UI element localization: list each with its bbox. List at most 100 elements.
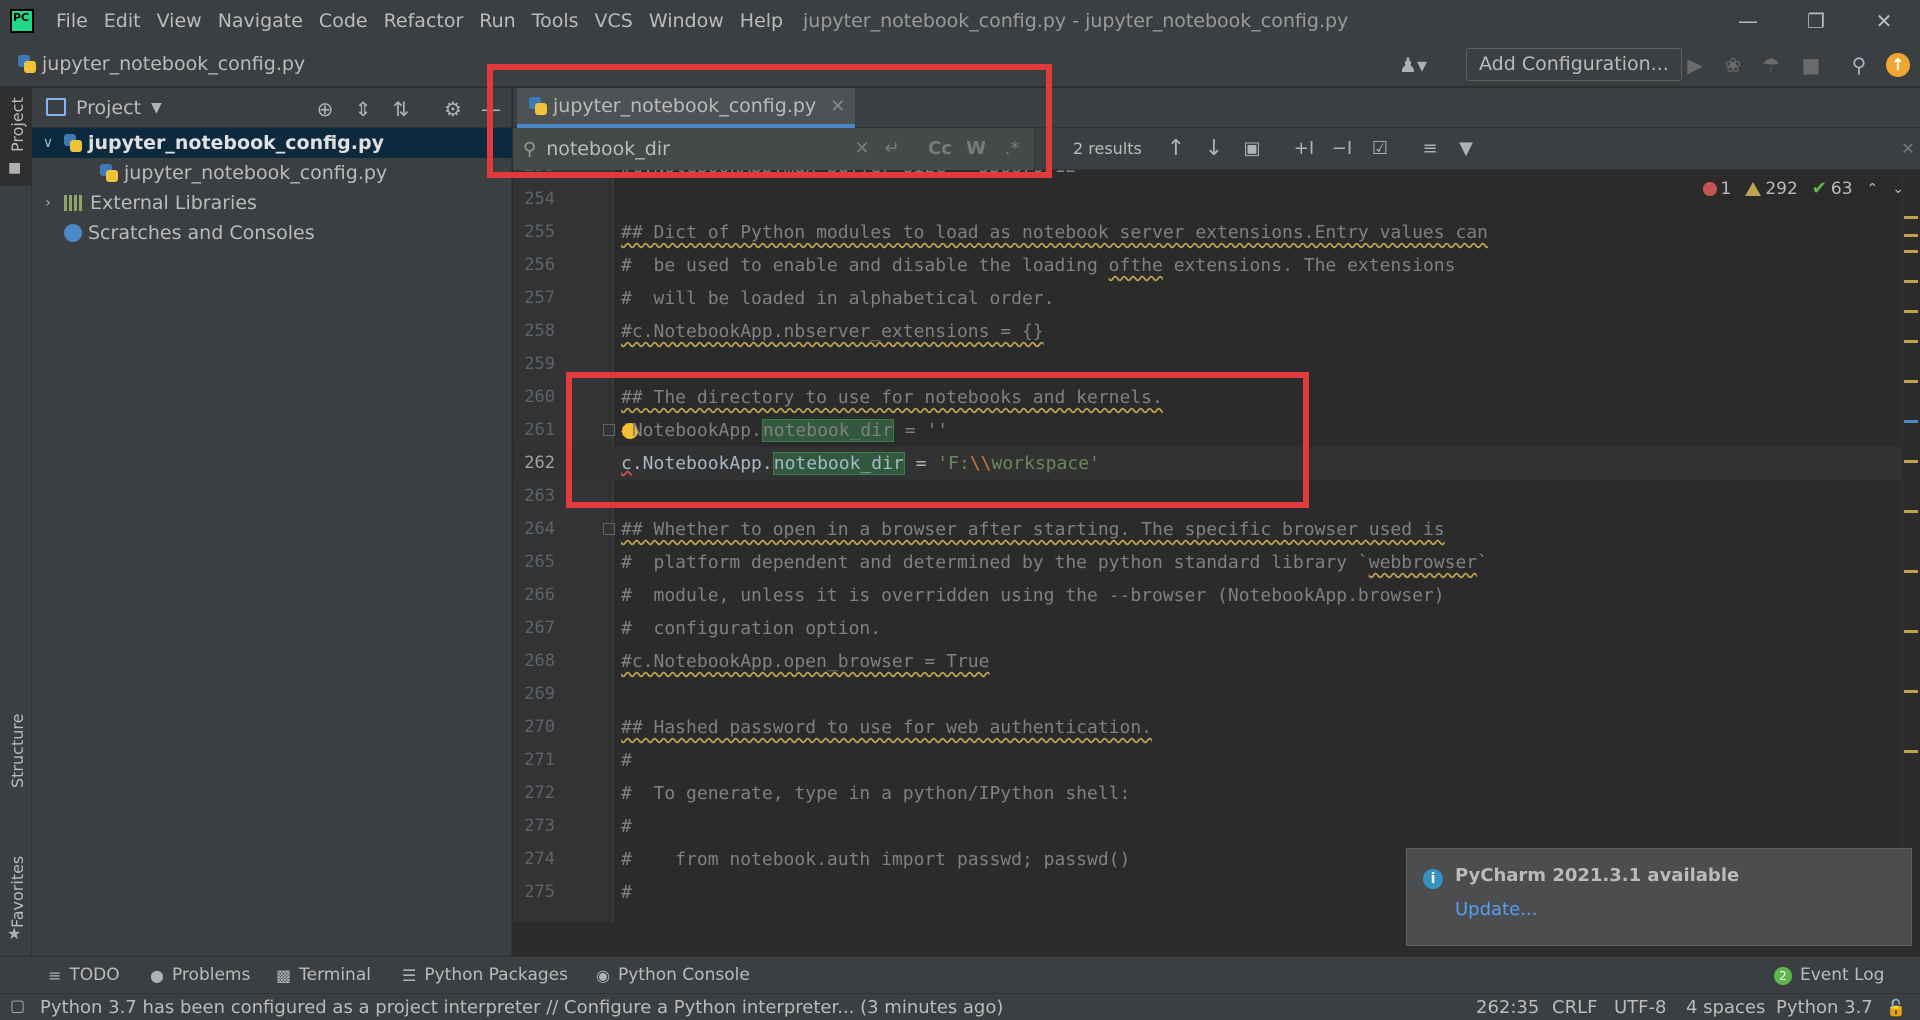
todo-tool-button[interactable]: ≡ TODO [48,957,120,994]
code-line[interactable]: 267 # configuration option. [513,612,1913,645]
tab-jupyter-config[interactable]: jupyter_notebook_config.py ✕ [517,88,856,128]
code-line[interactable]: 263 [513,480,1913,513]
search-input[interactable]: ⚲ notebook_dir ✕ ↵ Cc W .* [513,128,1035,170]
python-interpreter[interactable]: Python 3.7 [1776,994,1873,1020]
weak-warning-count[interactable]: ✔ 63 [1812,178,1853,199]
remove-occurrence-icon[interactable]: −I [1327,134,1357,164]
code-line[interactable]: 266 # module, unless it is overridden us… [513,579,1913,612]
regex-button[interactable]: .* [997,134,1027,164]
code-line[interactable]: 255 ## Dict of Python modules to load as… [513,216,1913,249]
menu-navigate[interactable]: Navigate [210,0,311,42]
menu-window[interactable]: Window [641,0,732,42]
search-icon[interactable]: ⚲ [523,139,536,160]
breadcrumb-file[interactable]: jupyter_notebook_config.py [42,53,305,75]
next-occurrence-icon[interactable]: ↓ [1199,134,1229,164]
tree-item-scratches[interactable]: Scratches and Consoles [32,218,512,248]
ide-update-icon[interactable]: ↑ [1886,53,1910,77]
add-configuration-button[interactable]: Add Configuration... [1466,48,1682,81]
hide-icon[interactable]: — [476,94,506,124]
select-all-occurrences-icon[interactable]: ☑ [1365,134,1395,164]
python-packages-tool-button[interactable]: ☰ Python Packages [402,957,568,994]
fold-marker-icon[interactable] [603,424,615,436]
tree-item-root[interactable]: ∨ jupyter_notebook_config.py [32,128,512,158]
status-message[interactable]: Python 3.7 has been configured as a proj… [40,994,1003,1020]
search-options-icon[interactable]: ≡ [1415,134,1445,164]
tree-item-external-libraries[interactable]: › External Libraries [32,188,512,218]
code-line[interactable]: 258 #c.NotebookApp.nbserver_extensions =… [513,315,1913,348]
menu-edit[interactable]: Edit [96,0,149,42]
code-line-current[interactable]: 262 c.NotebookApp.notebook_dir = 'F:\\wo… [513,447,1913,480]
menu-code[interactable]: Code [311,0,376,42]
menu-vcs[interactable]: VCS [587,0,641,42]
close-find-icon[interactable]: ✕ [1893,134,1920,164]
toggle-tool-windows-icon[interactable]: ▢ [10,996,25,1015]
code-line[interactable]: 259 [513,348,1913,381]
words-button[interactable]: W [961,134,991,164]
menu-help[interactable]: Help [732,0,791,42]
search-everywhere-icon[interactable]: ⚲ [1844,50,1874,80]
favorites-tool-label[interactable]: Favorites [8,856,27,928]
problems-tool-button[interactable]: ● Problems [150,957,250,994]
menu-file[interactable]: File [48,0,96,42]
error-count[interactable]: 1 [1702,179,1731,199]
line-separator[interactable]: CRLF [1552,994,1597,1020]
terminal-tool-button[interactable]: ▩ Terminal [276,957,371,994]
python-console-tool-button[interactable]: ◉ Python Console [596,957,750,994]
new-line-icon[interactable]: ↵ [877,134,907,164]
code-line[interactable]: 256 # be used to enable and disable the … [513,249,1913,282]
chevron-down-icon[interactable]: ▼ [151,100,162,116]
file-encoding[interactable]: UTF-8 [1614,994,1666,1020]
menu-refactor[interactable]: Refactor [376,0,472,42]
search-query[interactable]: notebook_dir [546,138,670,160]
warning-count[interactable]: 292 [1745,179,1798,199]
run-icon[interactable]: ▶ [1680,50,1710,80]
code-line[interactable]: 260 ## The directory to use for notebook… [513,381,1913,414]
previous-occurrence-icon[interactable]: ↑ [1161,134,1191,164]
coverage-icon[interactable]: ☂ [1756,50,1786,80]
lock-icon[interactable]: 🔓 [1886,994,1906,1020]
find-window-icon[interactable]: ▣ [1237,134,1267,164]
event-log-tool-button[interactable]: 2 Event Log [1774,957,1884,994]
stop-icon[interactable]: ■ [1796,50,1826,80]
chevron-down-icon[interactable]: ∨ [38,135,58,151]
add-occurrence-icon[interactable]: +I [1289,134,1319,164]
lightbulb-icon[interactable] [621,423,638,439]
chevron-right-icon[interactable]: › [38,195,58,211]
project-panel-title[interactable]: Project [76,97,141,119]
indent-setting[interactable]: 4 spaces [1686,994,1765,1020]
clear-search-icon[interactable]: ✕ [847,134,877,164]
error-stripe[interactable] [1902,170,1920,922]
code-line[interactable]: 271 # [513,744,1913,777]
tree-item-file[interactable]: jupyter_notebook_config.py [32,158,512,188]
code-line[interactable]: 261 #NotebookApp.notebook_dir = '' [513,414,1913,447]
user-icon[interactable]: ♟▾ [1398,50,1428,80]
code-line[interactable]: 272 # To generate, type in a python/IPyt… [513,777,1913,810]
code-line[interactable]: 268 #c.NotebookApp.open_browser = True [513,645,1913,678]
project-tool-label[interactable]: Project [8,97,27,152]
code-line[interactable]: 264 ## Whether to open in a browser afte… [513,513,1913,546]
code-editor[interactable]: 253 #c.NotebookApp.max_buffer_size = 536… [513,170,1920,922]
expand-all-icon[interactable]: ⇕ [348,94,378,124]
collapse-all-icon[interactable]: ⇅ [386,94,416,124]
menu-tools[interactable]: Tools [524,0,587,42]
inspections-widget[interactable]: 1 292 ✔ 63 ⌃ ⌄ [1702,178,1904,199]
menu-view[interactable]: View [149,0,210,42]
code-line[interactable]: 265 # platform dependent and determined … [513,546,1913,579]
code-line[interactable]: 273 # [513,810,1913,843]
menu-run[interactable]: Run [471,0,523,42]
chevron-up-icon[interactable]: ⌃ [1867,181,1879,197]
fold-marker-icon[interactable] [603,523,615,535]
update-link[interactable]: Update... [1455,899,1537,920]
locate-icon[interactable]: ⊕ [310,94,340,124]
close-icon[interactable]: ✕ [1854,0,1914,42]
breadcrumb[interactable]: jupyter_notebook_config.py [18,53,305,75]
filter-icon[interactable]: ▼ [1451,134,1481,164]
code-line[interactable]: 270 ## Hashed password to use for web au… [513,711,1913,744]
code-line[interactable]: 257 # will be loaded in alphabetical ord… [513,282,1913,315]
gear-icon[interactable]: ⚙ [438,94,468,124]
structure-tool-label[interactable]: Structure [8,714,27,788]
close-tab-icon[interactable]: ✕ [830,96,845,117]
debug-icon[interactable]: ❀ [1718,50,1748,80]
minimize-icon[interactable]: — [1718,0,1778,42]
caret-position[interactable]: 262:35 [1476,994,1539,1020]
